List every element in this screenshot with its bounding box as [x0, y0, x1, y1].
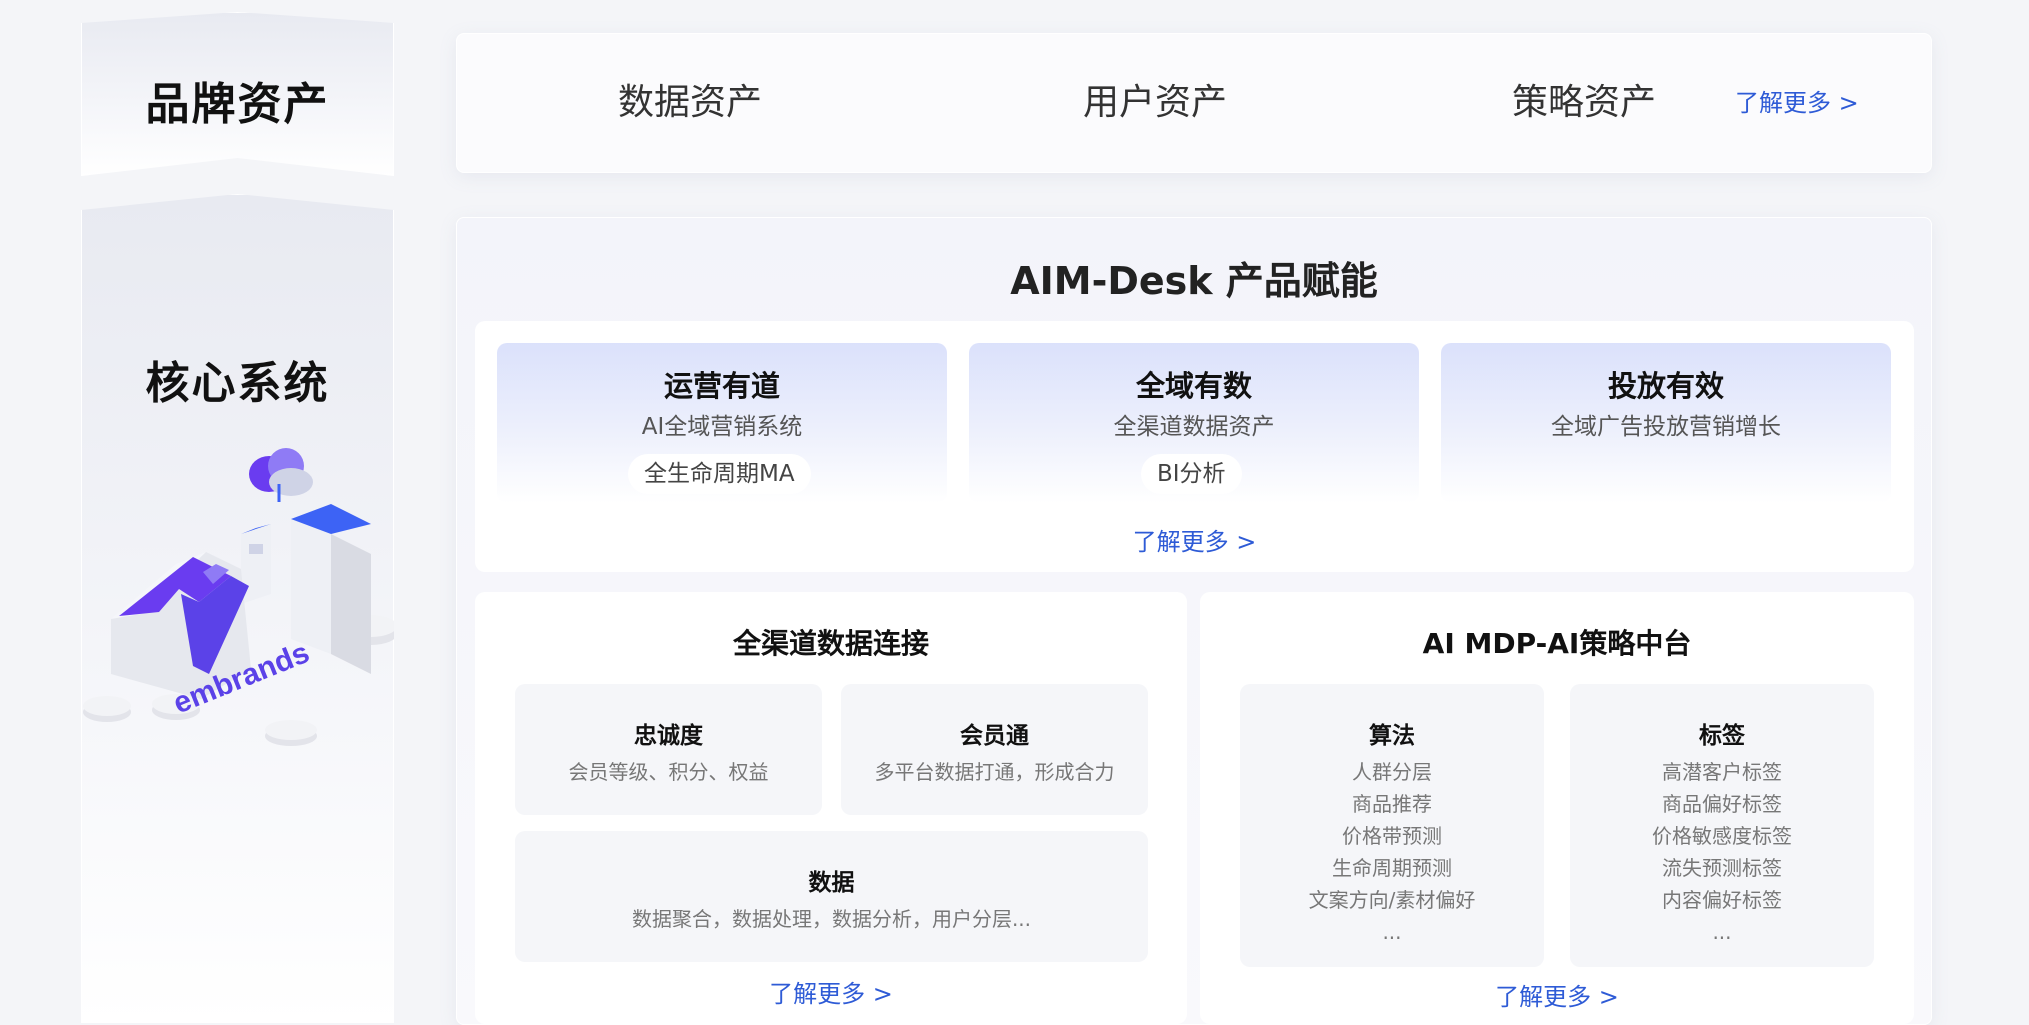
product-card-data[interactable]: 全域有数 全渠道数据资产 BI分析 — [969, 343, 1419, 503]
algorithm-item: 价格带预测 — [1342, 824, 1442, 848]
core-system-label: 核心系统 — [145, 358, 330, 409]
algorithm-title: 算法 — [1369, 723, 1415, 749]
brand-assets-card: 数据资产 用户资产 策略资产 了解更多 > — [456, 33, 1932, 173]
brand-assets-more-link[interactable]: 了解更多 > — [1735, 34, 1859, 172]
data-connect-box: 全渠道数据连接 忠诚度 会员等级、积分、权益 会员通 多平台数据打通，形成合力 … — [475, 592, 1187, 1024]
user-assets-item: 用户资产 — [1083, 82, 1228, 123]
algorithm-item: 文案方向/素材偏好 — [1308, 888, 1476, 912]
tag-item: 流失预测标签 — [1662, 856, 1782, 880]
tags-title: 标签 — [1699, 723, 1745, 749]
algorithm-card[interactable]: 算法 人群分层 商品推荐 价格带预测 生命周期预测 文案方向/素材偏好 ... — [1240, 684, 1544, 967]
member-subtitle: 多平台数据打通，形成合力 — [874, 760, 1115, 784]
product-title: AIM-Desk 产品赋能 — [1010, 259, 1378, 303]
data-assets-item: 数据资产 — [618, 82, 763, 123]
mdp-more-link[interactable]: 了解更多 > — [1200, 977, 1914, 1012]
data-card[interactable]: 数据 数据聚合，数据处理，数据分析，用户分层... — [515, 831, 1148, 962]
strategy-assets-item: 策略资产 — [1512, 82, 1657, 123]
tag-item: 高潜客户标签 — [1662, 760, 1782, 784]
brand-assets-tab: 品牌资产 — [81, 12, 394, 176]
product-card-tag: 全生命周期MA — [628, 454, 811, 494]
product-card-subtitle: 全渠道数据资产 — [1113, 414, 1275, 440]
product-card-subtitle: 全域广告投放营销增长 — [1551, 414, 1781, 440]
product-more-link-text[interactable]: 了解更多 > — [1133, 528, 1257, 556]
algorithm-item: 生命周期预测 — [1332, 856, 1452, 880]
product-card-title: 投放有效 — [1607, 369, 1724, 403]
product-card-title: 全域有数 — [1135, 369, 1252, 403]
data-connect-title: 全渠道数据连接 — [732, 627, 929, 660]
product-box: 运营有道 AI全域营销系统 全生命周期MA 全域有数 全渠道数据资产 BI分析 … — [475, 321, 1914, 572]
mdp-more-link-text[interactable]: 了解更多 > — [1495, 983, 1619, 1011]
tags-card[interactable]: 标签 高潜客户标签 商品偏好标签 价格敏感度标签 流失预测标签 内容偏好标签 .… — [1570, 684, 1874, 967]
tag-item: 价格敏感度标签 — [1652, 824, 1792, 848]
loyalty-card[interactable]: 忠诚度 会员等级、积分、权益 — [515, 684, 822, 815]
data-connect-more-link[interactable]: 了解更多 > — [475, 974, 1187, 1009]
algorithm-item: 人群分层 — [1352, 760, 1432, 784]
loyalty-title: 忠诚度 — [634, 723, 703, 749]
product-card-title: 运营有道 — [663, 369, 780, 403]
brand-assets-label: 品牌资产 — [145, 79, 330, 130]
core-system-card: AIM-Desk 产品赋能 运营有道 AI全域营销系统 全生命周期MA 全域有数… — [456, 217, 1932, 1025]
product-card-subtitle: AI全域营销系统 — [641, 414, 803, 440]
ai-embrands-illustration-icon: embrands — [83, 448, 394, 746]
data-connect-more-link-text[interactable]: 了解更多 > — [769, 980, 893, 1008]
mdp-box: AI MDP-AI策略中台 算法 人群分层 商品推荐 价格带预测 生命周期预测 … — [1200, 592, 1914, 1024]
tag-item: 商品偏好标签 — [1662, 792, 1782, 816]
product-more-link[interactable]: 了解更多 > — [475, 522, 1914, 557]
algorithm-item: ... — [1382, 920, 1402, 944]
product-card-ads[interactable]: 投放有效 全域广告投放营销增长 — [1441, 343, 1891, 503]
tag-item: 内容偏好标签 — [1662, 888, 1782, 912]
product-card-tag: BI分析 — [1141, 454, 1242, 494]
loyalty-subtitle: 会员等级、积分、权益 — [568, 760, 769, 784]
mdp-title: AI MDP-AI策略中台 — [1422, 627, 1692, 660]
tag-item: ... — [1712, 920, 1732, 944]
member-title: 会员通 — [960, 723, 1029, 749]
data-title: 数据 — [808, 870, 855, 896]
product-card-operation[interactable]: 运营有道 AI全域营销系统 全生命周期MA — [497, 343, 947, 503]
member-card[interactable]: 会员通 多平台数据打通，形成合力 — [841, 684, 1148, 815]
algorithm-item: 商品推荐 — [1352, 792, 1432, 816]
data-subtitle: 数据聚合，数据处理，数据分析，用户分层... — [631, 907, 1032, 931]
core-system-tab: 核心系统 embrands — [81, 194, 394, 1023]
